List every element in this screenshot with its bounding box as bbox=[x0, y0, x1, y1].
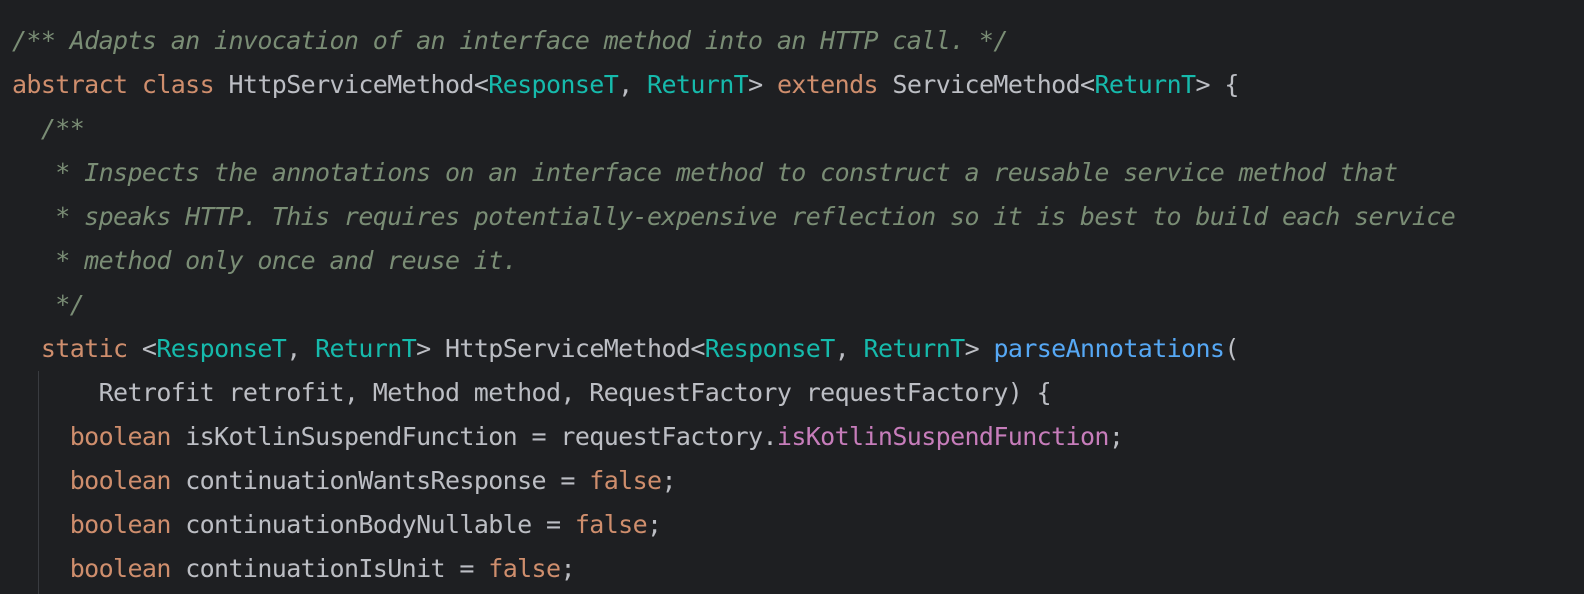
type-parameter-token: ResponseT bbox=[156, 334, 287, 363]
type-parameter-token: ResponseT bbox=[704, 334, 836, 363]
indent-guide bbox=[38, 371, 39, 594]
keyword-token: boolean bbox=[69, 466, 172, 495]
code-line[interactable]: boolean continuationWantsResponse = fals… bbox=[12, 459, 677, 503]
code-token: ; bbox=[1108, 422, 1124, 451]
keyword-token: extends bbox=[776, 70, 879, 99]
keyword-token: false bbox=[589, 466, 662, 495]
keyword-token: class bbox=[141, 70, 215, 99]
code-token: continuationWantsResponse = bbox=[170, 466, 590, 495]
code-token: HttpServiceMethod< bbox=[214, 70, 489, 99]
type-parameter-token: ReturnT bbox=[1094, 70, 1196, 99]
code-line[interactable]: * method only once and reuse it. bbox=[12, 239, 517, 283]
code-editor[interactable]: /** Adapts an invocation of an interface… bbox=[0, 0, 1584, 594]
code-token: , bbox=[286, 334, 316, 363]
comment-token: */ bbox=[12, 290, 85, 319]
comment-token: * method only once and reuse it. bbox=[12, 246, 518, 275]
method-name-token: parseAnnotations bbox=[993, 334, 1225, 363]
code-token: < bbox=[127, 334, 157, 363]
field-reference-token: isKotlinSuspendFunction bbox=[776, 422, 1110, 451]
code-line[interactable]: /** bbox=[12, 107, 85, 151]
type-parameter-token: ResponseT bbox=[488, 70, 619, 99]
code-line[interactable]: boolean isKotlinSuspendFunction = reques… bbox=[12, 415, 1124, 459]
code-line[interactable]: boolean continuationIsUnit = false; bbox=[12, 547, 576, 591]
type-parameter-token: ReturnT bbox=[315, 334, 417, 363]
comment-token: /** Adapts an invocation of an interface… bbox=[12, 26, 1008, 55]
code-token: > HttpServiceMethod< bbox=[416, 334, 705, 363]
code-token: > { bbox=[1195, 70, 1239, 99]
code-line[interactable]: * speaks HTTP. This requires potentially… bbox=[12, 195, 1455, 239]
code-line[interactable]: static <ResponseT, ReturnT> HttpServiceM… bbox=[12, 327, 1240, 371]
code-token: isKotlinSuspendFunction = requestFactory… bbox=[170, 422, 777, 451]
code-token: ; bbox=[647, 510, 662, 539]
code-token: ; bbox=[661, 466, 676, 495]
keyword-token: false bbox=[488, 554, 561, 583]
code-token: > bbox=[748, 70, 777, 99]
code-line[interactable]: abstract class HttpServiceMethod<Respons… bbox=[12, 63, 1239, 107]
code-token: continuationIsUnit = bbox=[170, 554, 489, 583]
code-token: Retrofit retrofit, Method method, Reques… bbox=[12, 378, 1052, 407]
keyword-token: boolean bbox=[69, 554, 172, 583]
code-line[interactable]: */ bbox=[12, 283, 85, 327]
code-token: > bbox=[964, 334, 994, 363]
code-token: ( bbox=[1224, 334, 1239, 363]
code-token: , bbox=[834, 334, 864, 363]
code-line[interactable]: * Inspects the annotations on an interfa… bbox=[12, 151, 1398, 195]
keyword-token: boolean bbox=[69, 422, 172, 451]
keyword-token: static bbox=[40, 334, 128, 363]
type-parameter-token: ReturnT bbox=[863, 334, 966, 363]
keyword-token: boolean bbox=[69, 510, 172, 539]
code-token: ; bbox=[560, 554, 575, 583]
code-line[interactable]: Retrofit retrofit, Method method, Reques… bbox=[12, 371, 1052, 415]
code-line[interactable]: boolean continuationBodyNullable = false… bbox=[12, 503, 662, 547]
keyword-token: false bbox=[574, 510, 648, 539]
keyword-token: abstract bbox=[12, 70, 128, 99]
type-parameter-token: ReturnT bbox=[647, 70, 749, 99]
code-token: ServiceMethod< bbox=[877, 70, 1095, 99]
comment-token: * Inspects the annotations on an interfa… bbox=[12, 158, 1398, 187]
comment-token: /** bbox=[12, 114, 85, 143]
code-line[interactable]: /** Adapts an invocation of an interface… bbox=[12, 19, 1008, 63]
code-token: , bbox=[618, 70, 648, 99]
code-token: continuationBodyNullable = bbox=[170, 510, 575, 539]
comment-token: * speaks HTTP. This requires potentially… bbox=[12, 202, 1456, 231]
